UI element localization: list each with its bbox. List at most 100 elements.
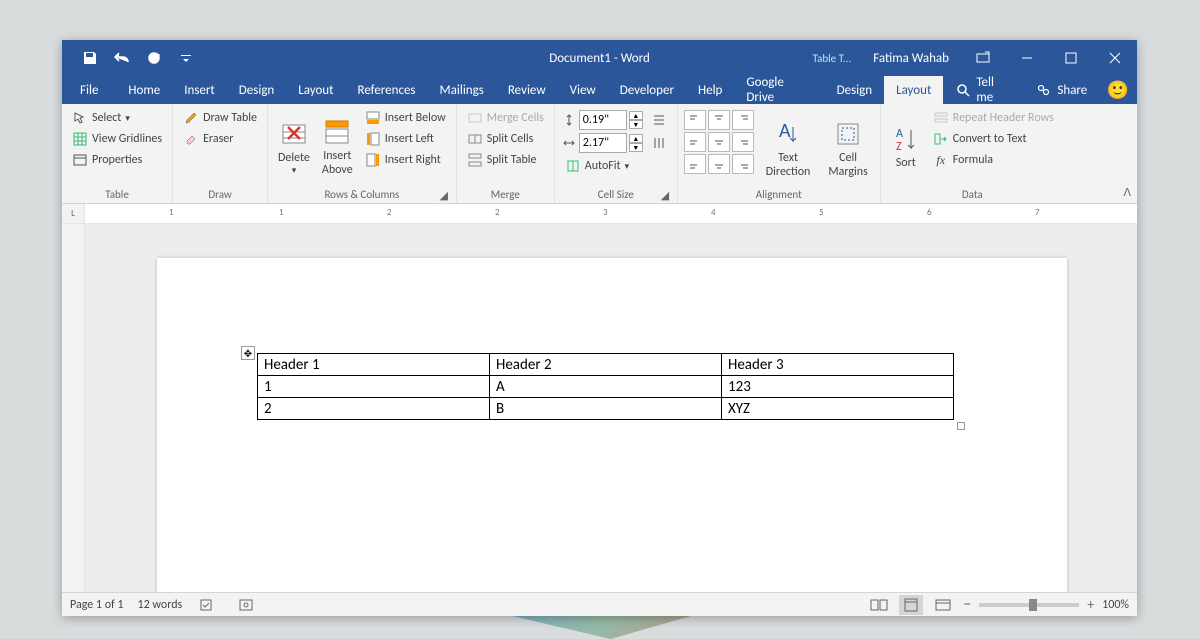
- height-down[interactable]: ▼: [629, 120, 643, 129]
- table-move-handle[interactable]: ✥: [241, 346, 255, 360]
- row-height-input[interactable]: [579, 110, 627, 130]
- undo-button[interactable]: [108, 44, 136, 72]
- redo-button[interactable]: [140, 44, 168, 72]
- maximize-button[interactable]: [1049, 40, 1093, 76]
- align-bot-right[interactable]: [732, 154, 754, 174]
- autofit-button[interactable]: AutoFit ▾: [561, 156, 643, 176]
- table-cell[interactable]: Header 1: [258, 354, 490, 376]
- user-name[interactable]: Fatima Wahab: [861, 51, 961, 66]
- distribute-rows-button[interactable]: [647, 110, 671, 130]
- minimize-button[interactable]: [1005, 40, 1049, 76]
- height-icon: [561, 112, 577, 128]
- tell-me-search[interactable]: Tell me: [943, 76, 1023, 104]
- insert-left-button[interactable]: Insert Left: [361, 129, 450, 149]
- zoom-thumb[interactable]: [1029, 599, 1037, 611]
- text-direction-button[interactable]: A TextDirection: [760, 110, 817, 186]
- height-up[interactable]: ▲: [629, 111, 643, 120]
- align-bot-center[interactable]: [708, 154, 730, 174]
- cell-margins-icon: [835, 117, 861, 151]
- word-count[interactable]: 12 words: [138, 598, 183, 612]
- tab-file[interactable]: File: [62, 76, 116, 104]
- width-up[interactable]: ▲: [629, 134, 643, 143]
- macro-icon[interactable]: [234, 595, 258, 615]
- zoom-level[interactable]: 100%: [1102, 598, 1129, 612]
- align-top-center[interactable]: [708, 110, 730, 130]
- tab-mailings[interactable]: Mailings: [428, 76, 496, 104]
- split-table-button[interactable]: Split Table: [463, 150, 548, 170]
- tab-table-design[interactable]: Design: [825, 76, 884, 104]
- share-button[interactable]: Share: [1023, 76, 1099, 104]
- tab-help[interactable]: Help: [686, 76, 734, 104]
- table-cell[interactable]: XYZ: [722, 398, 954, 420]
- col-width-input[interactable]: [579, 133, 627, 153]
- horizontal-ruler[interactable]: 1 1 2 2 3 4 5 6 7: [85, 204, 1137, 223]
- align-mid-right[interactable]: [732, 132, 754, 152]
- page-indicator[interactable]: Page 1 of 1: [70, 598, 124, 612]
- dialog-launcher-rows[interactable]: ◢: [438, 189, 450, 201]
- vertical-ruler[interactable]: [62, 224, 85, 592]
- table-cell[interactable]: Header 3: [722, 354, 954, 376]
- insert-above-button[interactable]: InsertAbove: [316, 106, 359, 186]
- tab-table-layout[interactable]: Layout: [884, 76, 943, 104]
- table-cell[interactable]: 123: [722, 376, 954, 398]
- feedback-smiley-icon[interactable]: 🙂: [1099, 76, 1137, 104]
- ribbon-group-data: AZ Sort Repeat Header Rows Convert to Te…: [881, 104, 1064, 203]
- save-button[interactable]: [76, 44, 104, 72]
- draw-table-button[interactable]: Draw Table: [179, 108, 261, 128]
- align-mid-center[interactable]: [708, 132, 730, 152]
- view-gridlines-button[interactable]: View Gridlines: [68, 129, 166, 149]
- align-top-left[interactable]: [684, 110, 706, 130]
- width-down[interactable]: ▼: [629, 143, 643, 152]
- tab-design[interactable]: Design: [227, 76, 286, 104]
- align-top-right[interactable]: [732, 110, 754, 130]
- qat-customize-button[interactable]: [172, 44, 200, 72]
- table-cell[interactable]: Header 2: [490, 354, 722, 376]
- insert-left-icon: [365, 131, 381, 147]
- tab-developer[interactable]: Developer: [608, 76, 686, 104]
- tab-review[interactable]: Review: [496, 76, 558, 104]
- table-resize-handle[interactable]: [957, 422, 965, 430]
- eraser-button[interactable]: Eraser: [179, 129, 261, 149]
- insert-right-button[interactable]: Insert Right: [361, 150, 450, 170]
- properties-button[interactable]: Properties: [68, 150, 166, 170]
- zoom-slider[interactable]: [979, 603, 1079, 607]
- align-mid-left[interactable]: [684, 132, 706, 152]
- page[interactable]: ✥ Header 1 Header 2 Header 3 1 A 123 2 B: [157, 258, 1067, 592]
- dialog-launcher-cellsize[interactable]: ◢: [659, 189, 671, 201]
- distribute-cols-button[interactable]: [647, 133, 671, 153]
- web-layout-button[interactable]: [931, 595, 955, 615]
- tab-view[interactable]: View: [558, 76, 608, 104]
- tab-google-drive[interactable]: Google Drive: [734, 76, 824, 104]
- sort-button[interactable]: AZ Sort: [885, 106, 927, 186]
- print-layout-button[interactable]: [899, 595, 923, 615]
- table-cell[interactable]: 2: [258, 398, 490, 420]
- split-cells-button[interactable]: Split Cells: [463, 129, 548, 149]
- group-label-data: Data: [885, 186, 1060, 203]
- sort-icon: AZ: [893, 122, 919, 156]
- document-table[interactable]: Header 1 Header 2 Header 3 1 A 123 2 B X…: [257, 353, 954, 420]
- table-row: Header 1 Header 2 Header 3: [258, 354, 954, 376]
- formula-button[interactable]: fxFormula: [929, 150, 1058, 170]
- read-mode-button[interactable]: [867, 595, 891, 615]
- delete-button[interactable]: Delete▾: [272, 106, 316, 186]
- table-cell[interactable]: 1: [258, 376, 490, 398]
- tab-home[interactable]: Home: [116, 76, 172, 104]
- zoom-in-button[interactable]: +: [1087, 596, 1094, 613]
- collapse-ribbon-button[interactable]: ᐱ: [1123, 186, 1131, 199]
- spelling-icon[interactable]: [196, 595, 220, 615]
- convert-to-text-button[interactable]: Convert to Text: [929, 129, 1058, 149]
- tab-layout[interactable]: Layout: [286, 76, 345, 104]
- close-button[interactable]: [1093, 40, 1137, 76]
- document-scroll[interactable]: ✥ Header 1 Header 2 Header 3 1 A 123 2 B: [85, 224, 1137, 592]
- share-label: Share: [1057, 83, 1087, 98]
- cell-margins-button[interactable]: CellMargins: [822, 110, 873, 186]
- insert-below-button[interactable]: Insert Below: [361, 108, 450, 128]
- tab-references[interactable]: References: [346, 76, 428, 104]
- table-cell[interactable]: A: [490, 376, 722, 398]
- ribbon-display-button[interactable]: [961, 40, 1005, 76]
- align-bot-left[interactable]: [684, 154, 706, 174]
- zoom-out-button[interactable]: −: [963, 595, 971, 614]
- tab-insert[interactable]: Insert: [172, 76, 227, 104]
- table-cell[interactable]: B: [490, 398, 722, 420]
- select-button[interactable]: Select ▾: [68, 108, 166, 128]
